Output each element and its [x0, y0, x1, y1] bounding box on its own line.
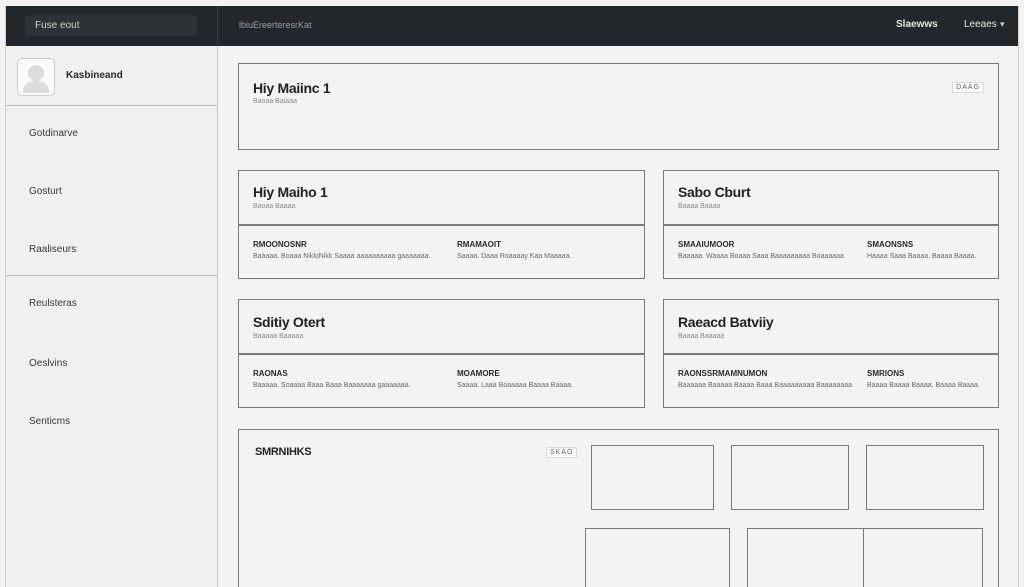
- card-column-heading: SMAAIUMOOR: [678, 240, 735, 249]
- gallery-title: SMRNIHKS: [255, 446, 312, 458]
- sidebar-divider: [6, 275, 217, 276]
- card-divider: [239, 353, 644, 355]
- gallery-panel: SMRNIHKS SKAO: [238, 429, 999, 587]
- card-column-heading: RMAMAOIT: [457, 240, 501, 249]
- card-title: Raeacd Batviiy: [678, 314, 774, 330]
- top-bar: Fuse eout lbiuEreerteresrKat Slaewws Lee…: [6, 6, 1018, 46]
- sidebar-item[interactable]: Oeslvins: [29, 358, 67, 369]
- card-column-text: Haaaa Saaa Baaaa. Baaaa Baaaa.: [867, 253, 977, 260]
- sidebar-item[interactable]: Reulsteras: [29, 298, 77, 309]
- sidebar: Kasbineand Gotdinarve Gosturt Raaliseurs…: [6, 46, 218, 587]
- thumbnail[interactable]: [731, 445, 849, 510]
- card-column-text: Baaaaa. Soaaaa Baaa Baaa Baaaaaaa gaaaaa…: [253, 382, 411, 389]
- breadcrumb[interactable]: lbiuEreerteresrKat: [239, 20, 312, 30]
- app-window: Fuse eout lbiuEreerteresrKat Slaewws Lee…: [5, 6, 1019, 587]
- gallery-tag: SKAO: [546, 447, 578, 458]
- thumbnail[interactable]: [585, 528, 730, 587]
- card-column-text: Baaaaaa Baaaaa Baaaa Baaa Baaaaaaaaa Baa…: [678, 382, 852, 389]
- topbar-link[interactable]: Slaewws: [896, 19, 938, 30]
- avatar-head-icon: [28, 65, 44, 81]
- card-column-text: Saaaa. Daaa Roaaaay Kaa Maaaaa.: [457, 253, 572, 260]
- chevron-down-icon[interactable]: ▾: [1000, 19, 1005, 30]
- card-title: Hiy Maiho 1: [253, 184, 328, 200]
- card-column-text: Baaaaa. Waaaa Boaaa Saaa Baaaaaaaaa Boaa…: [678, 253, 844, 260]
- card-title: Sditiy Otert: [253, 314, 325, 330]
- hero-title: Hiy Maiinc 1: [253, 80, 331, 96]
- info-card: Hiy Maiho 1 Baoaa Baaaa RMOONOSNR Baaaaa…: [238, 170, 645, 279]
- card-column-heading: RAONAS: [253, 369, 288, 378]
- card-title: Sabo Cburt: [678, 184, 751, 200]
- card-subtitle: Baaaa Baaaaa: [678, 333, 725, 340]
- sidebar-item[interactable]: Gotdinarve: [29, 128, 78, 139]
- card-column-heading: RAONSSRMAMNUMON: [678, 369, 768, 378]
- user-menu[interactable]: Leeaes: [964, 19, 997, 30]
- sidebar-brand: Kasbineand: [66, 70, 123, 81]
- thumbnail[interactable]: [863, 528, 983, 587]
- hero-tag: DAAG: [952, 82, 984, 93]
- hero-card: Hiy Maiinc 1 Baoaa Baiaaa DAAG: [238, 63, 999, 150]
- avatar[interactable]: [17, 58, 55, 96]
- avatar-body-icon: [23, 81, 49, 93]
- card-column-text: Saaaa. Laaa Boaaaaa Baaaa Baaaa.: [457, 382, 573, 389]
- info-card: Sabo Cburt Baaaa Baaaa SMAAIUMOOR Baaaaa…: [663, 170, 999, 279]
- sidebar-item[interactable]: Raaliseurs: [29, 244, 76, 255]
- info-card: Sditiy Otert Baaaaa Baaaaa RAONAS Baaaaa…: [238, 299, 645, 408]
- search-input[interactable]: Fuse eout: [25, 15, 197, 36]
- sidebar-divider: [6, 105, 217, 106]
- info-card: Raeacd Batviiy Baaaa Baaaaa RAONSSRMAMNU…: [663, 299, 999, 408]
- card-column-text: Baaaaa. Boaaa NikloNikk Saaaa aaaaaaaaaa…: [253, 253, 431, 260]
- card-column-text: Baaaa Baaaa Baaaa. Baaaa Baaaa.: [867, 382, 980, 389]
- card-column-heading: SMRIONS: [867, 369, 905, 378]
- card-divider: [664, 224, 998, 226]
- topbar-divider: [217, 6, 218, 46]
- thumbnail[interactable]: [747, 528, 866, 587]
- card-divider: [239, 224, 644, 226]
- card-subtitle: Baaaaa Baaaaa: [253, 333, 304, 340]
- card-subtitle: Baaaa Baaaa: [678, 203, 721, 210]
- card-divider: [664, 353, 998, 355]
- card-column-heading: RMOONOSNR: [253, 240, 307, 249]
- thumbnail[interactable]: [866, 445, 984, 510]
- card-subtitle: Baoaa Baaaa: [253, 203, 296, 210]
- sidebar-item[interactable]: Senticms: [29, 416, 70, 427]
- card-column-heading: MOAMORE: [457, 369, 500, 378]
- sidebar-item[interactable]: Gosturt: [29, 186, 62, 197]
- card-column-heading: SMAONSNS: [867, 240, 914, 249]
- thumbnail[interactable]: [591, 445, 714, 510]
- hero-subtitle: Baoaa Baiaaa: [253, 98, 297, 105]
